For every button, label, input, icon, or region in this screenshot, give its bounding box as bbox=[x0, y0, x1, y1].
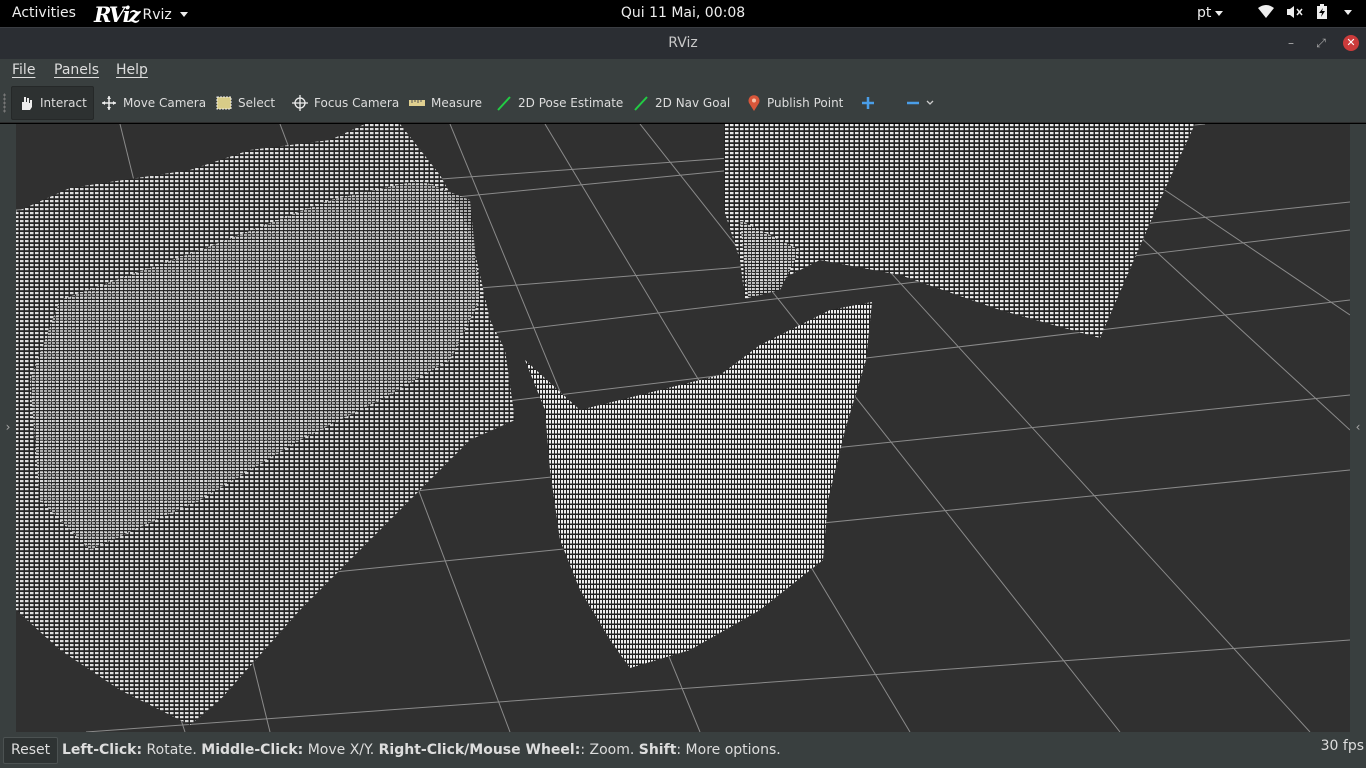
tool-label: 2D Pose Estimate bbox=[518, 96, 624, 110]
minimize-button[interactable]: – bbox=[1283, 35, 1299, 51]
right-panel-collapse[interactable]: ‹ bbox=[1350, 124, 1366, 732]
volume-muted-icon bbox=[1287, 6, 1303, 18]
help-key: Right-Click/Mouse Wheel: bbox=[378, 742, 581, 758]
map-pin-icon bbox=[748, 95, 760, 111]
tool-publish-point[interactable]: Publish Point bbox=[741, 86, 849, 120]
hand-icon bbox=[22, 97, 32, 110]
select-box-icon bbox=[216, 96, 232, 110]
window-titlebar[interactable]: RViz – ⤢ ✕ bbox=[0, 27, 1366, 59]
battery-charging-icon bbox=[1317, 4, 1327, 19]
tool-label: Move Camera bbox=[123, 96, 207, 110]
fps-counter: 30 fps bbox=[1320, 738, 1364, 754]
chevron-right-icon: › bbox=[5, 420, 11, 434]
interaction-help-text: Left-Click: Rotate. Middle-Click: Move X… bbox=[62, 742, 781, 758]
maximize-button[interactable]: ⤢ bbox=[1313, 35, 1329, 51]
left-panel-collapse[interactable]: › bbox=[0, 124, 16, 732]
add-tool-button[interactable] bbox=[855, 86, 881, 120]
chevron-down-icon bbox=[926, 100, 934, 105]
tools-toolbar: Interact Move Camera Select Focus Camera… bbox=[0, 83, 1366, 123]
green-arrow-icon bbox=[634, 96, 648, 111]
tool-label: Publish Point bbox=[767, 96, 844, 110]
tool-label: Focus Camera bbox=[314, 96, 400, 110]
crosshair-icon bbox=[292, 95, 308, 111]
window-title: RViz bbox=[668, 35, 698, 51]
chevron-left-icon: ‹ bbox=[1355, 420, 1361, 434]
clock[interactable]: Qui 11 Mai, 00:08 bbox=[0, 5, 1366, 21]
language-menu[interactable]: pt bbox=[1197, 5, 1224, 21]
help-key: Middle-Click: bbox=[201, 742, 304, 758]
tool-focus-camera[interactable]: Focus Camera bbox=[286, 86, 405, 120]
toolbar-grip[interactable] bbox=[3, 93, 6, 113]
language-label: pt bbox=[1197, 5, 1212, 21]
plus-icon bbox=[862, 97, 874, 109]
help-text: Rotate. bbox=[142, 742, 202, 758]
menu-panels[interactable]: Panels bbox=[54, 62, 99, 78]
tool-measure[interactable]: Measure bbox=[403, 86, 488, 120]
system-top-bar: Activities RViz Rviz Qui 11 Mai, 00:08 p… bbox=[0, 0, 1366, 27]
chevron-down-icon bbox=[1215, 10, 1224, 16]
system-tray[interactable] bbox=[1258, 4, 1352, 20]
chevron-down-icon bbox=[1344, 9, 1352, 15]
tool-label: Measure bbox=[431, 96, 482, 110]
chevron-down-icon bbox=[179, 12, 188, 17]
help-key: Shift bbox=[638, 742, 677, 758]
help-text: : Zoom. bbox=[580, 742, 639, 758]
help-text: : More options. bbox=[676, 742, 781, 758]
remove-tool-button[interactable] bbox=[900, 86, 940, 120]
help-key: Left-Click: bbox=[62, 742, 143, 758]
ruler-icon bbox=[409, 100, 425, 106]
status-bar: Reset Left-Click: Rotate. Middle-Click: … bbox=[0, 732, 1366, 768]
tool-select[interactable]: Select bbox=[210, 86, 281, 120]
3d-viewport[interactable] bbox=[16, 124, 1350, 732]
tool-2d-nav-goal[interactable]: 2D Nav Goal bbox=[627, 86, 736, 120]
help-text: Move X/Y. bbox=[303, 742, 379, 758]
menu-help[interactable]: Help bbox=[116, 62, 148, 78]
wifi-icon bbox=[1258, 5, 1274, 18]
move-arrows-icon bbox=[102, 96, 116, 110]
tool-label: Select bbox=[238, 96, 276, 110]
minus-icon bbox=[907, 101, 919, 105]
reset-button[interactable]: Reset bbox=[3, 737, 59, 764]
tool-label: Interact bbox=[40, 96, 87, 110]
rviz-logo: RViz bbox=[94, 2, 141, 27]
app-menu-label: Rviz bbox=[142, 6, 172, 23]
tool-label: 2D Nav Goal bbox=[655, 96, 731, 110]
tool-interact[interactable]: Interact bbox=[11, 86, 94, 120]
green-arrow-icon bbox=[497, 96, 511, 111]
render-canvas[interactable] bbox=[16, 124, 1350, 732]
tool-2d-pose-estimate[interactable]: 2D Pose Estimate bbox=[490, 86, 629, 120]
close-button[interactable]: ✕ bbox=[1343, 35, 1359, 51]
tool-move-camera[interactable]: Move Camera bbox=[95, 86, 212, 120]
menu-file[interactable]: File bbox=[12, 62, 35, 78]
app-menu[interactable]: RViz Rviz bbox=[94, 2, 188, 27]
menu-bar: File Panels Help bbox=[0, 59, 1366, 83]
activities-button[interactable]: Activities bbox=[12, 5, 76, 21]
